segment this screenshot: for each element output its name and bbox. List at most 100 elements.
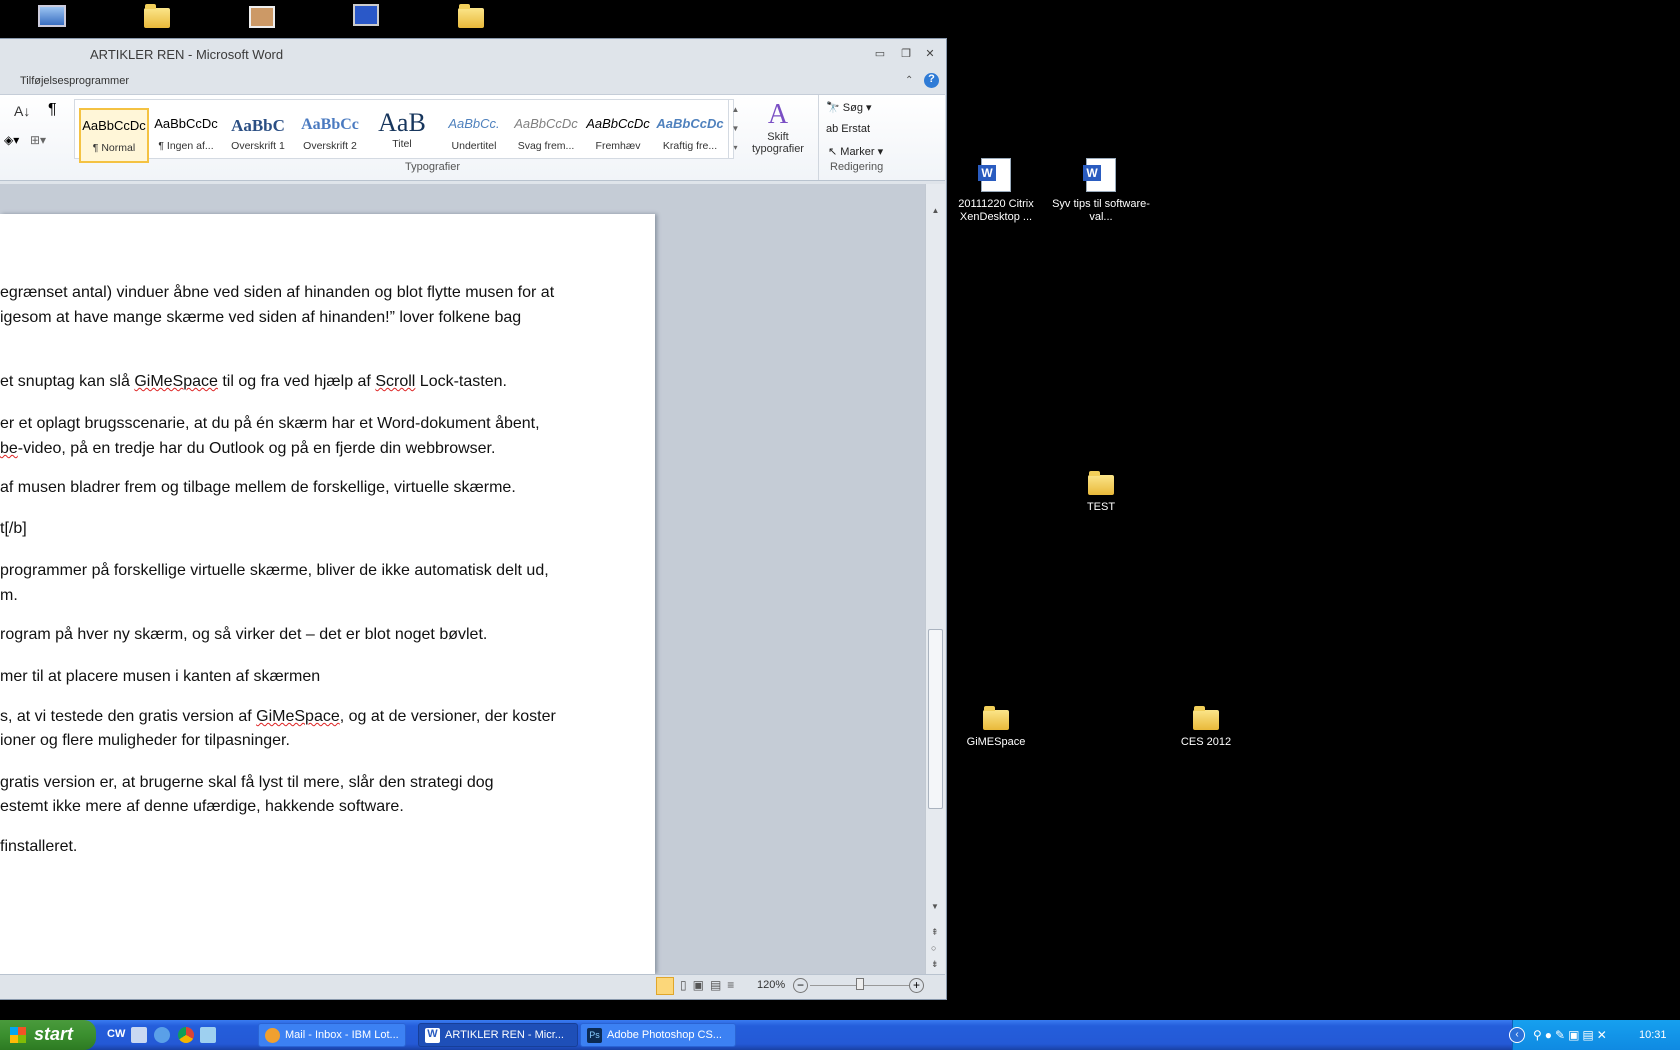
view-buttons[interactable]: ▯▣▤≡ <box>680 978 740 992</box>
document-line: et snuptag kan slå GiMeSpace til og fra … <box>0 373 507 391</box>
replace-button[interactable]: ab Erstat <box>826 123 870 135</box>
text-run: Lock-tasten. <box>415 373 507 390</box>
text-run: s, at vi testede den gratis version af <box>0 708 257 725</box>
document-line: finstalleret. <box>0 838 77 856</box>
vertical-scrollbar[interactable]: ▲ ▼ ⇞ ○ ⇟ <box>925 184 945 974</box>
text-run: programmer på forskellige virtuelle skær… <box>0 562 549 579</box>
paragraph-marks-icon[interactable]: ¶ <box>48 101 57 119</box>
document-line: estemt ikke mere af denne ufærdige, hakk… <box>0 798 404 816</box>
clock[interactable]: 10:31 <box>1639 1029 1667 1041</box>
zoom-slider-thumb[interactable] <box>856 978 864 990</box>
style-intense-emphasis[interactable]: AaBbCcDc Kraftig fre... <box>655 108 725 163</box>
style-normal[interactable]: AaBbCcDc ¶ Normal <box>79 108 149 163</box>
help-icon[interactable]: ? <box>924 73 939 88</box>
style-title[interactable]: AaB Titel <box>367 108 437 163</box>
document-page[interactable]: egrænset antal) vinduer åbne ved siden a… <box>0 214 655 974</box>
zoom-in-button[interactable]: + <box>909 978 924 993</box>
tray-icons[interactable]: ⚲●✎▣▤✕ <box>1533 1028 1610 1042</box>
text-run: et snuptag kan slå <box>0 373 135 390</box>
search-button[interactable]: 🔭 Søg ▾ <box>826 101 872 114</box>
change-styles-button[interactable]: A Skift typografier <box>738 99 818 155</box>
desktop-icon-syv-tips-doc[interactable]: W Syv tips til software-val... <box>1051 158 1151 224</box>
text-run: t[/b] <box>0 520 27 537</box>
zoom-out-button[interactable]: − <box>793 978 808 993</box>
borders-icon[interactable]: ⊞▾ <box>30 133 46 147</box>
document-line: programmer på forskellige virtuelle skær… <box>0 562 549 580</box>
collapse-ribbon-icon[interactable]: ⌃ <box>905 75 913 86</box>
document-line: s, at vi testede den gratis version af G… <box>0 708 556 726</box>
desktop-icon-ces-folder[interactable]: CES 2012 <box>1156 706 1256 749</box>
close-button[interactable]: ✕ <box>922 47 938 60</box>
quicklaunch-desktop-icon[interactable] <box>200 1027 216 1043</box>
desktop-icon-citrix-doc[interactable]: W 20111220 Citrix XenDesktop ... <box>946 158 1046 224</box>
zoom-level[interactable]: 120% <box>757 979 785 991</box>
word-document-icon: W <box>1083 158 1116 192</box>
browse-object-icons[interactable]: ⇞ ○ ⇟ <box>931 924 939 972</box>
spelling-error-word: GiMeSpace <box>134 373 218 390</box>
sort-icon[interactable]: A↓ <box>14 103 30 119</box>
task-lotus-mail[interactable]: Mail - Inbox - IBM Lot... <box>258 1023 406 1047</box>
quicklaunch-chrome-icon[interactable] <box>178 1027 194 1043</box>
text-run: ioner og flere muligheder for tilpasning… <box>0 732 290 749</box>
text-run: finstalleret. <box>0 838 78 855</box>
document-line: gratis version er, at brugerne skal få l… <box>0 774 494 792</box>
document-line: m. <box>0 587 18 605</box>
text-run: -video, på en tredje har du Outlook og p… <box>17 440 496 457</box>
style-subtle-emphasis[interactable]: AaBbCcDc Svag frem... <box>511 108 581 163</box>
show-hidden-icons-button[interactable]: ‹ <box>1509 1027 1525 1043</box>
style-subtitle[interactable]: AaBbCc. Undertitel <box>439 108 509 163</box>
document-line: ioner og flere muligheder for tilpasning… <box>0 732 290 750</box>
document-line: igesom at have mange skærme ved siden af… <box>0 309 521 327</box>
text-run: er et oplagt brugsscenarie, at du på én … <box>0 415 540 432</box>
shading-icon[interactable]: ◈▾ <box>4 133 19 147</box>
ribbon: A↓ ¶ ◈▾ ⊞▾ AaBbCcDc ¶ Normal AaBbCcDc ¶ In… <box>0 94 945 181</box>
windows-logo-icon <box>10 1027 26 1043</box>
print-layout-icon[interactable] <box>656 977 674 995</box>
lotus-notes-icon <box>265 1028 280 1043</box>
folder-shortcut-icon[interactable] <box>455 4 487 38</box>
status-bar: ▯▣▤≡ 120% − + <box>0 974 945 998</box>
folder-icon <box>1193 706 1219 730</box>
photoshop-icon: Ps <box>587 1028 602 1043</box>
text-run: igesom at have mange skærme ved siden af… <box>0 309 522 326</box>
quicklaunch-ie-icon[interactable] <box>154 1027 170 1043</box>
text-run: egrænset antal) vinduer åbne ved siden a… <box>0 284 555 301</box>
folder-icon[interactable] <box>141 4 173 38</box>
text-run: estemt ikke mere af denne ufærdige, hakk… <box>0 798 404 815</box>
document-line: rogram på hver ny skærm, og så virker de… <box>0 626 487 644</box>
restore-button[interactable]: ❐ <box>898 47 914 60</box>
minimize-button[interactable]: ▭ <box>872 47 888 60</box>
scroll-up-icon[interactable]: ▲ <box>926 206 945 215</box>
desktop-icon-test-folder[interactable]: TEST <box>1051 471 1151 514</box>
style-emphasis[interactable]: AaBbCcDc Fremhæv <box>583 108 653 163</box>
document-line: t[/b] <box>0 520 27 538</box>
text-run: gratis version er, at brugerne skal få l… <box>0 774 494 791</box>
group-label-styles: Typografier <box>405 161 461 173</box>
document-line: er et oplagt brugsscenarie, at du på én … <box>0 415 540 433</box>
tab-addins[interactable]: Tilføjelsesprogrammer <box>20 75 129 87</box>
group-label-editing: Redigering <box>830 161 884 173</box>
quicklaunch-cw[interactable]: CW <box>107 1028 125 1040</box>
style-heading-2[interactable]: AaBbCc Overskrift 2 <box>295 108 365 163</box>
desktop-icon-gimespace-folder[interactable]: GiMESpace <box>946 706 1046 749</box>
document-line: af musen bladrer frem og tilbage mellem … <box>0 479 516 497</box>
scroll-down-icon[interactable]: ▼ <box>931 902 939 911</box>
style-no-spacing[interactable]: AaBbCcDc ¶ Ingen af... <box>151 108 221 163</box>
document-line: egrænset antal) vinduer åbne ved siden a… <box>0 284 554 302</box>
select-button[interactable]: ↖ Marker ▾ <box>828 145 883 158</box>
style-heading-1[interactable]: AaBbC Overskrift 1 <box>223 108 293 163</box>
my-computer-icon[interactable] <box>36 2 68 32</box>
quicklaunch-notes-icon[interactable] <box>131 1027 147 1043</box>
word-window: ARTIKLER REN - Microsoft Word ▭ ❐ ✕ Tilf… <box>0 38 947 1000</box>
system-tray: ‹ ⚲●✎▣▤✕ 10:31 <box>1509 1020 1680 1050</box>
taskbar: start CW Mail - Inbox - IBM Lot... W ARTI… <box>0 1020 1680 1050</box>
task-photoshop[interactable]: Ps Adobe Photoshop CS... <box>580 1023 736 1047</box>
text-run: rogram på hver ny skærm, og så virker de… <box>0 626 488 643</box>
task-word[interactable]: W ARTIKLER REN - Micr... <box>418 1023 578 1047</box>
spelling-error-word: GiMeSpace <box>256 708 340 725</box>
monitor-shortcut-icon[interactable] <box>350 2 382 32</box>
start-button[interactable]: start <box>0 1020 96 1050</box>
text-run: , og at de versioner, der koster <box>339 708 556 725</box>
picture-shortcut-icon[interactable] <box>246 2 278 32</box>
scroll-thumb[interactable] <box>928 629 943 809</box>
